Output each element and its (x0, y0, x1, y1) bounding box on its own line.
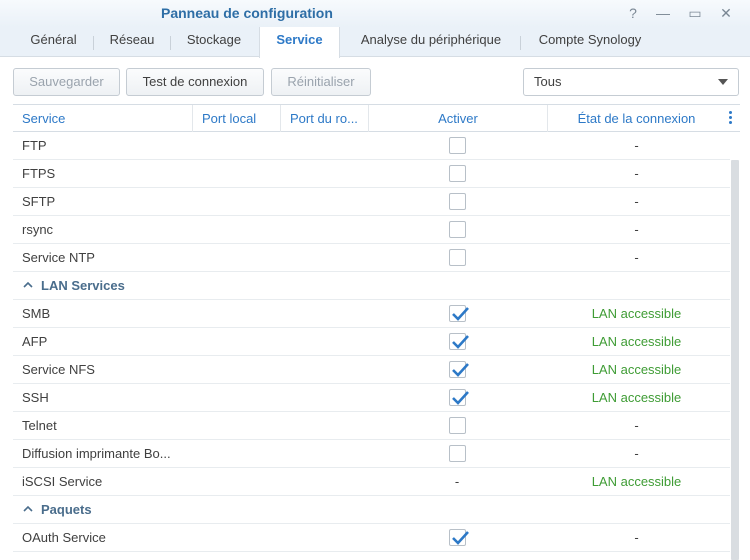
service-list: FTP - FTPS - SFTP - rsync - Service NTP … (13, 132, 730, 560)
help-icon[interactable]: ? (624, 4, 642, 22)
tab-compte-synology[interactable]: Compte Synology (523, 27, 657, 57)
chevron-up-icon[interactable] (23, 505, 33, 512)
connection-state: LAN accessible (591, 334, 682, 349)
grid-header: Service Port local Port du ro... Activer… (13, 104, 740, 132)
service-name: Telnet (22, 418, 57, 433)
connection-state: - (634, 222, 639, 237)
table-row[interactable]: Service NTP - (13, 244, 730, 272)
column-header-port-router[interactable]: Port du ro... (290, 105, 358, 132)
scrollbar-thumb[interactable] (731, 160, 739, 560)
connection-state: - (634, 166, 639, 181)
connection-state: LAN accessible (591, 390, 682, 405)
service-name: Service NFS (22, 362, 95, 377)
service-name: Diffusion imprimante Bo... (22, 446, 171, 461)
group-header-paquets[interactable]: Paquets (13, 496, 730, 524)
checkmark-icon (452, 335, 469, 349)
connection-state: - (634, 194, 639, 209)
activate-checkbox[interactable] (449, 417, 466, 434)
filter-select[interactable]: Tous (523, 68, 739, 96)
test-connection-button[interactable]: Test de connexion (126, 68, 264, 96)
connection-state: - (634, 530, 639, 545)
activate-checkbox[interactable] (449, 193, 466, 210)
activate-value: - (454, 474, 460, 489)
tab-separator (170, 36, 171, 50)
save-button[interactable]: Sauvegarder (13, 68, 120, 96)
connection-state: - (634, 446, 639, 461)
service-name: iSCSI Service (22, 474, 103, 489)
checkmark-icon (452, 307, 469, 321)
service-name: rsync (22, 222, 54, 237)
activate-checkbox[interactable] (449, 221, 466, 238)
service-name: OAuth Service (22, 530, 106, 545)
minimize-icon[interactable]: — (654, 4, 672, 22)
service-name: SMB (22, 306, 51, 321)
column-separator (280, 105, 281, 132)
activate-checkbox[interactable] (449, 529, 469, 546)
tab-service[interactable]: Service (259, 27, 340, 58)
tab-separator (93, 36, 94, 50)
chevron-up-icon[interactable] (23, 281, 33, 288)
tab-general[interactable]: Général (16, 27, 91, 57)
service-name: FTP (22, 138, 47, 153)
group-label: LAN Services (41, 278, 125, 293)
column-separator (192, 105, 193, 132)
activate-checkbox[interactable] (449, 137, 466, 154)
activate-checkbox[interactable] (449, 249, 466, 266)
checkmark-icon (452, 363, 469, 377)
activate-checkbox[interactable] (449, 361, 469, 378)
toolbar: Sauvegarder Test de connexion Réinitiali… (0, 57, 750, 103)
table-row[interactable]: FTP - (13, 132, 730, 160)
service-name: AFP (22, 334, 48, 349)
connection-state: - (634, 250, 639, 265)
reset-button[interactable]: Réinitialiser (271, 68, 371, 96)
connection-state: - (634, 138, 639, 153)
column-menu-icon[interactable] (729, 111, 732, 125)
tab-stockage[interactable]: Stockage (173, 27, 255, 57)
checkmark-icon (452, 531, 469, 545)
tab-bar: Général Réseau Stockage Service Analyse … (0, 27, 750, 58)
activate-checkbox[interactable] (449, 305, 469, 322)
table-row[interactable]: AFP LAN accessible (13, 328, 730, 356)
table-row[interactable]: Service NFS LAN accessible (13, 356, 730, 384)
connection-state: LAN accessible (591, 362, 682, 377)
chevron-down-icon (718, 79, 728, 85)
filter-select-value: Tous (534, 74, 562, 89)
table-row[interactable]: SFTP - (13, 188, 730, 216)
table-row[interactable]: SMB LAN accessible (13, 300, 730, 328)
activate-checkbox[interactable] (449, 445, 466, 462)
table-row[interactable]: rsync - (13, 216, 730, 244)
table-row[interactable]: OAuth Service - (13, 524, 730, 552)
tab-analyse[interactable]: Analyse du périphérique (343, 27, 519, 57)
table-row[interactable]: iSCSI Service - LAN accessible (13, 468, 730, 496)
group-header-lan-services[interactable]: LAN Services (13, 272, 730, 300)
column-header-port-local[interactable]: Port local (202, 105, 256, 132)
window-title: Panneau de configuration (161, 5, 333, 21)
service-name: FTPS (22, 166, 56, 181)
activate-checkbox[interactable] (449, 389, 469, 406)
group-label: Paquets (41, 502, 92, 517)
table-row[interactable]: FTPS - (13, 160, 730, 188)
connection-state: LAN accessible (591, 306, 682, 321)
activate-checkbox[interactable] (449, 333, 469, 350)
service-name: SFTP (22, 194, 56, 209)
table-row[interactable]: SSH LAN accessible (13, 384, 730, 412)
tab-separator (520, 36, 521, 50)
tab-reseau[interactable]: Réseau (96, 27, 168, 57)
connection-state: - (634, 418, 639, 433)
activate-checkbox[interactable] (449, 165, 466, 182)
column-header-activate[interactable]: Activer (369, 105, 547, 132)
maximize-icon[interactable]: ▭ (686, 4, 704, 22)
table-row[interactable]: Telnet - (13, 412, 730, 440)
column-header-service[interactable]: Service (22, 105, 65, 132)
table-row[interactable]: Diffusion imprimante Bo... - (13, 440, 730, 468)
connection-state: LAN accessible (591, 474, 682, 489)
service-name: Service NTP (22, 250, 95, 265)
close-icon[interactable]: ✕ (717, 4, 735, 22)
title-bar: Panneau de configuration ? — ▭ ✕ (0, 0, 750, 27)
service-name: SSH (22, 390, 49, 405)
column-header-state[interactable]: État de la connexion (548, 105, 725, 132)
checkmark-icon (452, 391, 469, 405)
